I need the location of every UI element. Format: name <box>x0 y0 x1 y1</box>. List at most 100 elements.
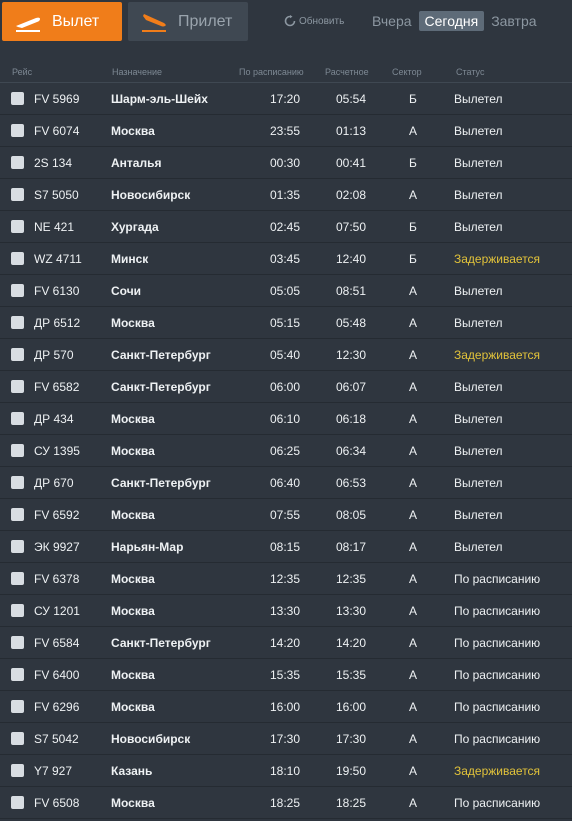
flight-row[interactable]: S7 5050 Новосибирск 01:35 02:08 А Вылетел <box>0 179 572 211</box>
day-yesterday[interactable]: Вчера <box>366 11 418 31</box>
status: Вылетел <box>454 92 503 106</box>
estimated-time: 08:05 <box>336 508 367 522</box>
flight-row[interactable]: NE 421 Хургада 02:45 07:50 Б Вылетел <box>0 211 572 243</box>
flight-row[interactable]: ДР 434 Москва 06:10 06:18 А Вылетел <box>0 403 572 435</box>
estimated-time: 08:51 <box>336 284 367 298</box>
estimated-time: 19:50 <box>336 764 367 778</box>
col-status[interactable]: Статус <box>456 67 484 77</box>
destination: Хургада <box>111 220 159 234</box>
flight-row[interactable]: FV 6582 Санкт-Петербург 06:00 06:07 А Вылетел <box>0 371 572 403</box>
estimated-time: 06:53 <box>336 476 367 490</box>
status: Вылетел <box>454 188 503 202</box>
scheduled-time: 12:35 <box>270 572 301 586</box>
flight-number: FV 6400 <box>34 668 80 682</box>
day-tomorrow[interactable]: Завтра <box>485 11 542 31</box>
estimated-time: 08:17 <box>336 540 367 554</box>
flight-row[interactable]: FV 5969 Шарм-эль-Шейх 17:20 05:54 Б Вылетел <box>0 83 572 115</box>
flight-row[interactable]: 2S 134 Анталья 00:30 00:41 Б Вылетел <box>0 147 572 179</box>
refresh-label: Обновить <box>299 15 345 27</box>
flight-row[interactable]: ДР 570 Санкт-Петербург 05:40 12:30 А Задержив… <box>0 339 572 371</box>
col-estimated[interactable]: Расчетное <box>325 67 369 77</box>
flight-row[interactable]: ДР 6512 Москва 05:15 05:48 А Вылетел <box>0 307 572 339</box>
flight-row[interactable]: Y7 927 Казань 18:10 19:50 А Задерживается <box>0 755 572 787</box>
flight-number: ДР 670 <box>34 476 74 490</box>
refresh-button[interactable]: Обновить <box>284 15 344 27</box>
col-flight[interactable]: Рейс <box>12 67 32 77</box>
sector: Б <box>409 156 417 170</box>
scheduled-time: 18:25 <box>270 796 301 810</box>
estimated-time: 12:30 <box>336 348 367 362</box>
status: Вылетел <box>454 508 503 522</box>
flight-row[interactable]: СУ 1201 Москва 13:30 13:30 А По расписанию <box>0 595 572 627</box>
flight-row[interactable]: WZ 4711 Минск 03:45 12:40 Б Задерживается <box>0 243 572 275</box>
destination: Анталья <box>111 156 162 170</box>
scheduled-time: 08:15 <box>270 540 301 554</box>
sector: А <box>409 188 418 202</box>
sector: А <box>409 540 418 554</box>
sector: Б <box>409 252 417 266</box>
sector: А <box>409 604 418 618</box>
estimated-time: 06:18 <box>336 412 367 426</box>
scheduled-time: 05:15 <box>270 316 301 330</box>
status: Вылетел <box>454 476 503 490</box>
top-bar: Вылет Прилет Обновить Вчера Сегодня Завт… <box>0 0 572 50</box>
estimated-time: 06:34 <box>336 444 367 458</box>
flight-row[interactable]: FV 6074 Москва 23:55 01:13 А Вылетел <box>0 115 572 147</box>
tab-arrival[interactable]: Прилет <box>128 2 248 41</box>
flight-row[interactable]: ДР 670 Санкт-Петербург 06:40 06:53 А Вылетел <box>0 467 572 499</box>
flight-number: FV 6296 <box>34 700 80 714</box>
sector: А <box>409 124 418 138</box>
flight-row[interactable]: СУ 1395 Москва 06:25 06:34 А Вылетел <box>0 435 572 467</box>
flight-row[interactable]: FV 6584 Санкт-Петербург 14:20 14:20 А По расп… <box>0 627 572 659</box>
status: Вылетел <box>454 316 503 330</box>
flight-row[interactable]: FV 6592 Москва 07:55 08:05 А Вылетел <box>0 499 572 531</box>
col-destination[interactable]: Назначение <box>112 67 162 77</box>
estimated-time: 13:30 <box>336 604 367 618</box>
flight-row[interactable]: FV 6508 Москва 18:25 18:25 А По расписанию <box>0 787 572 819</box>
flight-row[interactable]: FV 6130 Сочи 05:05 08:51 А Вылетел <box>0 275 572 307</box>
flight-row[interactable]: FV 6400 Москва 15:35 15:35 А По расписанию <box>0 659 572 691</box>
flight-number: FV 6582 <box>34 380 80 394</box>
scheduled-time: 17:20 <box>270 92 301 106</box>
flight-number: FV 6378 <box>34 572 80 586</box>
destination: Москва <box>111 668 155 682</box>
flight-number: FV 6584 <box>34 636 80 650</box>
airline-logo-icon <box>11 540 24 553</box>
destination: Новосибирск <box>111 732 191 746</box>
flight-row[interactable]: S7 5042 Новосибирск 17:30 17:30 А По расписан… <box>0 723 572 755</box>
flight-row[interactable]: FV 6296 Москва 16:00 16:00 А По расписанию <box>0 691 572 723</box>
sector: А <box>409 348 418 362</box>
scheduled-time: 18:10 <box>270 764 301 778</box>
flight-number: СУ 1395 <box>34 444 80 458</box>
flight-number: S7 5042 <box>34 732 79 746</box>
status: Вылетел <box>454 124 503 138</box>
destination: Санкт-Петербург <box>111 636 211 650</box>
flight-row[interactable]: ЭК 9927 Нарьян-Мар 08:15 08:17 А Вылетел <box>0 531 572 563</box>
col-scheduled[interactable]: По расписанию <box>239 67 304 77</box>
scheduled-time: 15:35 <box>270 668 301 682</box>
airline-logo-icon <box>11 668 24 681</box>
estimated-time: 06:07 <box>336 380 367 394</box>
flight-number: ДР 570 <box>34 348 74 362</box>
scheduled-time: 03:45 <box>270 252 301 266</box>
airline-logo-icon <box>11 508 24 521</box>
sector: А <box>409 476 418 490</box>
status: По расписанию <box>454 636 541 650</box>
destination: Сочи <box>111 284 142 298</box>
estimated-time: 07:50 <box>336 220 367 234</box>
destination: Москва <box>111 316 155 330</box>
day-today[interactable]: Сегодня <box>418 11 485 31</box>
airline-logo-icon <box>11 380 24 393</box>
destination: Шарм-эль-Шейх <box>111 92 208 106</box>
flight-number: ЭК 9927 <box>34 540 80 554</box>
airline-logo-icon <box>11 764 24 777</box>
col-sector[interactable]: Сектор <box>392 67 422 77</box>
airline-logo-icon <box>11 92 24 105</box>
status: По расписанию <box>454 668 541 682</box>
sector: А <box>409 316 418 330</box>
flight-row[interactable]: FV 6378 Москва 12:35 12:35 А По расписанию <box>0 563 572 595</box>
airline-logo-icon <box>11 796 24 809</box>
status: Вылетел <box>454 220 503 234</box>
tab-departure[interactable]: Вылет <box>2 2 122 41</box>
sector: Б <box>409 92 417 106</box>
